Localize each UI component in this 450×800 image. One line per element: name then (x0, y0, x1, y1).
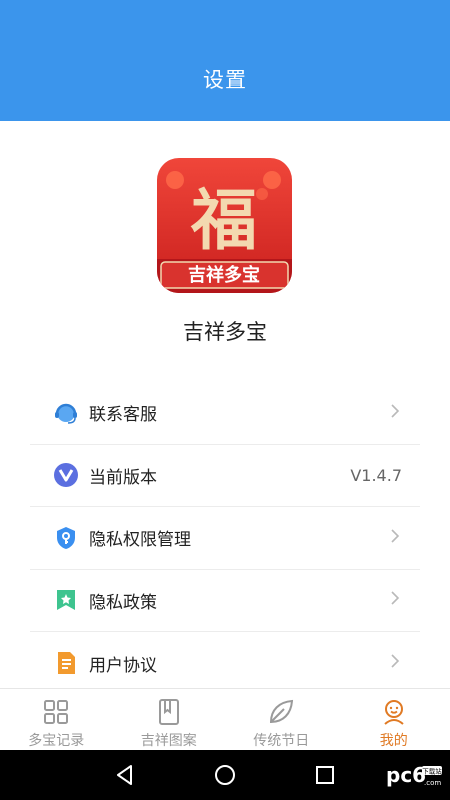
recents-icon[interactable] (312, 762, 338, 788)
tab-patterns[interactable]: 吉祥图案 (113, 689, 226, 750)
chevron-right-icon (390, 590, 400, 610)
tab-label: 多宝记录 (28, 733, 85, 749)
tab-records[interactable]: 多宝记录 (0, 689, 113, 750)
tab-festivals[interactable]: 传统节日 (225, 689, 338, 750)
home-icon[interactable] (212, 762, 238, 788)
page-title: 设置 (203, 68, 247, 92)
menu-label: 当前版本 (89, 467, 157, 488)
version-icon (53, 462, 79, 488)
app-name: 吉祥多宝 (183, 320, 267, 344)
top-app-bar: 设置 (0, 0, 450, 121)
tab-label: 传统节日 (253, 733, 310, 749)
tab-label: 我的 (379, 733, 408, 749)
watermark-logo: pc6 下载站 .com (386, 763, 442, 787)
menu-item-privacy-permissions[interactable]: 隐私权限管理 (30, 507, 420, 570)
settings-menu: 联系客服 当前版本 V1.4.7 隐私权限管理 隐私政策 用户协议 (30, 382, 420, 695)
svg-text:.com: .com (424, 779, 441, 787)
book-icon (158, 699, 179, 725)
menu-item-contact-support[interactable]: 联系客服 (30, 382, 420, 445)
document-icon (53, 650, 79, 676)
menu-item-user-agreement[interactable]: 用户协议 (30, 632, 420, 695)
app-logo: 福 吉祥多宝 (157, 158, 292, 293)
svg-text:吉祥多宝: 吉祥多宝 (188, 264, 260, 286)
menu-label: 联系客服 (89, 405, 157, 426)
system-navigation-bar: pc6 下载站 .com (0, 750, 450, 800)
chevron-right-icon (390, 403, 400, 423)
version-value: V1.4.7 (350, 465, 402, 485)
svg-text:pc6: pc6 (386, 763, 426, 787)
leaf-icon (270, 699, 294, 724)
customer-service-icon (53, 400, 79, 426)
menu-item-current-version[interactable]: 当前版本 V1.4.7 (30, 445, 420, 507)
menu-label: 用户协议 (89, 655, 157, 676)
menu-item-privacy-policy[interactable]: 隐私政策 (30, 570, 420, 632)
menu-label: 隐私权限管理 (89, 530, 191, 551)
bookmark-star-icon (53, 587, 79, 613)
tab-mine[interactable]: 我的 (338, 689, 450, 750)
svg-text:福: 福 (190, 181, 257, 259)
smiley-user-icon (384, 700, 404, 725)
chevron-right-icon (390, 528, 400, 548)
back-icon[interactable] (112, 762, 138, 788)
svg-text:下载站: 下载站 (422, 767, 442, 776)
chevron-right-icon (390, 653, 400, 673)
tab-label: 吉祥图案 (140, 733, 197, 749)
menu-label: 隐私政策 (89, 592, 157, 613)
bottom-tab-bar: 多宝记录 吉祥图案 传统节日 我的 (0, 688, 450, 750)
shield-key-icon (53, 525, 79, 551)
grid-icon (44, 700, 69, 724)
